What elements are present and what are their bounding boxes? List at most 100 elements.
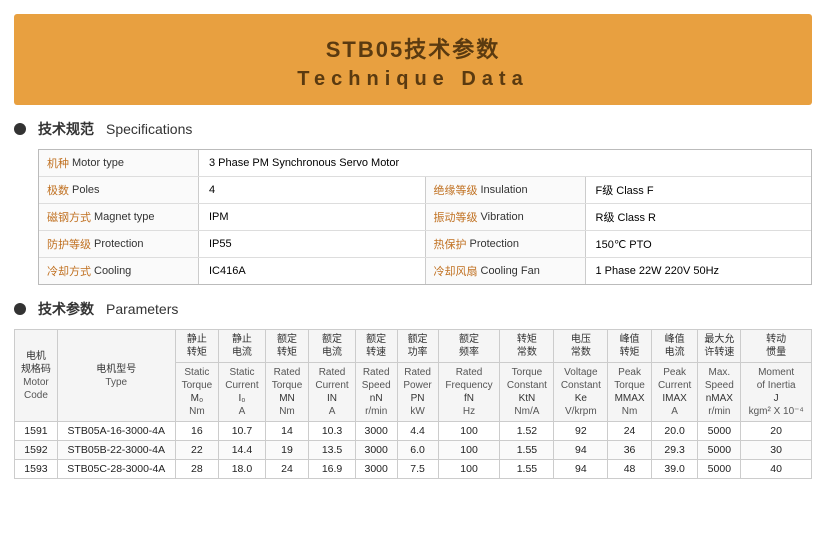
table-cell-nN: 3000: [355, 441, 397, 460]
label-cn-thermalprotection: 热保护: [434, 236, 467, 252]
table-cell-I0: 18.0: [219, 460, 266, 479]
label-en-cooling: Cooling: [94, 265, 131, 277]
spec-label-magnet: 磁钢方式 Magnet type: [39, 204, 199, 230]
header-banner: STB05技术参数 Technique Data: [14, 14, 812, 105]
table-cell-I0: 10.7: [219, 422, 266, 441]
spec-label-thermalprotection: 热保护 Protection: [426, 231, 586, 257]
table-cell-PN: 4.4: [397, 422, 438, 441]
label-en-thermalprotection: Protection: [470, 238, 520, 250]
table-cell-fN: 100: [438, 422, 500, 441]
table-cell-MMAX: 36: [608, 441, 652, 460]
spec-value-cooling: IC416A: [199, 258, 426, 284]
table-row: 1592STB05B-22-3000-4A2214.41913.530006.0…: [15, 441, 812, 460]
table-cell-IMAX: 20.0: [651, 422, 698, 441]
col-rated-speed-en: RatedSpeed nNr/min: [355, 363, 397, 422]
table-cell-MMAX: 48: [608, 460, 652, 479]
table-cell-KtN: 1.52: [500, 422, 554, 441]
table-cell-KtN: 1.55: [500, 460, 554, 479]
table-row: 1591STB05A-16-3000-4A1610.71410.330004.4…: [15, 422, 812, 441]
table-cell-Ke: 92: [554, 422, 608, 441]
params-title-cn: 技术参数: [38, 299, 94, 319]
table-cell-PN: 7.5: [397, 460, 438, 479]
table-cell-I0: 14.4: [219, 441, 266, 460]
spec-row-magnet: 磁钢方式 Magnet type IPM 振动等级 Vibration R级 C…: [39, 204, 811, 231]
table-cell-M0: 16: [175, 422, 219, 441]
table-cell-nN: 3000: [355, 422, 397, 441]
spec-value-poles: 4: [199, 177, 426, 203]
table-cell-IMAX: 29.3: [651, 441, 698, 460]
col-motor-code: 电机 规格码 Motor Code: [15, 330, 58, 422]
params-section-dot: [14, 303, 26, 315]
spec-value-insulation: F级 Class F: [586, 177, 812, 203]
col-voltage-const: 电压常数: [554, 330, 608, 363]
col-static-current: 静止电流: [219, 330, 266, 363]
table-cell-type: STB05A-16-3000-4A: [57, 422, 175, 441]
spec-row-protection: 防护等级 Protection IP55 热保护 Protection 150℃…: [39, 231, 811, 258]
col-torque-const-en: TorqueConstant KtNNm/A: [500, 363, 554, 422]
table-cell-IN: 16.9: [309, 460, 356, 479]
label-en-poles: Poles: [72, 184, 100, 196]
col-rated-power: 额定功率: [397, 330, 438, 363]
table-cell-MN: 19: [265, 441, 309, 460]
params-table-wrapper: 电机 规格码 Motor Code 电机型号 Type 静止转矩 静止电流 额定…: [14, 329, 812, 479]
col-rated-speed: 额定转速: [355, 330, 397, 363]
table-cell-PN: 6.0: [397, 441, 438, 460]
col-peak-torque-en: PeakTorque MMAXNm: [608, 363, 652, 422]
table-cell-J: 30: [741, 441, 812, 460]
spec-label-cooling: 冷却方式 Cooling: [39, 258, 199, 284]
spec-label-motortype: 机种 Motor type: [39, 150, 199, 176]
table-cell-nMAX: 5000: [698, 441, 741, 460]
specs-title-cn: 技术规范: [38, 119, 94, 139]
table-cell-fN: 100: [438, 460, 500, 479]
table-cell-J: 40: [741, 460, 812, 479]
label-en-magnet: Magnet type: [94, 211, 155, 223]
label-cn-poles: 极数: [47, 182, 69, 198]
specs-section: 技术规范 Specifications 机种 Motor type 3 Phas…: [14, 119, 812, 285]
label-cn-magnet: 磁钢方式: [47, 209, 91, 225]
table-cell-KtN: 1.55: [500, 441, 554, 460]
spec-row-cooling: 冷却方式 Cooling IC416A 冷却风扇 Cooling Fan 1 P…: [39, 258, 811, 284]
table-cell-code: 1592: [15, 441, 58, 460]
col-peak-current: 峰值电流: [651, 330, 698, 363]
table-cell-code: 1591: [15, 422, 58, 441]
label-en-protection: Protection: [94, 238, 144, 250]
label-en-vibration: Vibration: [481, 211, 524, 223]
table-cell-IN: 10.3: [309, 422, 356, 441]
col-rated-freq: 额定频率: [438, 330, 500, 363]
specs-section-title: 技术规范 Specifications: [14, 119, 812, 139]
table-cell-fN: 100: [438, 441, 500, 460]
label-en-insulation: Insulation: [481, 184, 528, 196]
spec-value-vibration: R级 Class R: [586, 204, 812, 230]
table-cell-Ke: 94: [554, 460, 608, 479]
col-static-current-en: StaticCurrent I₀A: [219, 363, 266, 422]
spec-label-poles: 极数 Poles: [39, 177, 199, 203]
title-cn: STB05技术参数: [24, 32, 802, 64]
col-rated-current-en: RatedCurrent INA: [309, 363, 356, 422]
label-cn-vibration: 振动等级: [434, 209, 478, 225]
col-voltage-const-en: VoltageConstant KeV/krpm: [554, 363, 608, 422]
col-peak-current-en: PeakCurrent IMAXA: [651, 363, 698, 422]
table-cell-IMAX: 39.0: [651, 460, 698, 479]
label-cn-coolingfan: 冷却风扇: [434, 263, 478, 279]
table-cell-type: STB05C-28-3000-4A: [57, 460, 175, 479]
title-en: Technique Data: [24, 68, 802, 91]
spec-label-insulation: 绝缘等级 Insulation: [426, 177, 586, 203]
label-cn-motortype: 机种: [47, 155, 69, 171]
table-row: 1593STB05C-28-3000-4A2818.02416.930007.5…: [15, 460, 812, 479]
table-cell-MN: 24: [265, 460, 309, 479]
col-inertia: 转动惯量: [741, 330, 812, 363]
table-cell-nN: 3000: [355, 460, 397, 479]
table-cell-M0: 22: [175, 441, 219, 460]
section-dot: [14, 123, 26, 135]
col-static-torque-en: StaticTorque M₀Nm: [175, 363, 219, 422]
table-cell-code: 1593: [15, 460, 58, 479]
label-en-motortype: Motor type: [72, 157, 124, 169]
spec-label-protection: 防护等级 Protection: [39, 231, 199, 257]
label-en-coolingfan: Cooling Fan: [481, 265, 540, 277]
col-rated-freq-en: RatedFrequency fNHz: [438, 363, 500, 422]
col-motor-type: 电机型号 Type: [57, 330, 175, 422]
col-max-speed: 最大允许转速: [698, 330, 741, 363]
col-static-torque: 静止转矩: [175, 330, 219, 363]
table-cell-IN: 13.5: [309, 441, 356, 460]
spec-value-magnet: IPM: [199, 204, 426, 230]
